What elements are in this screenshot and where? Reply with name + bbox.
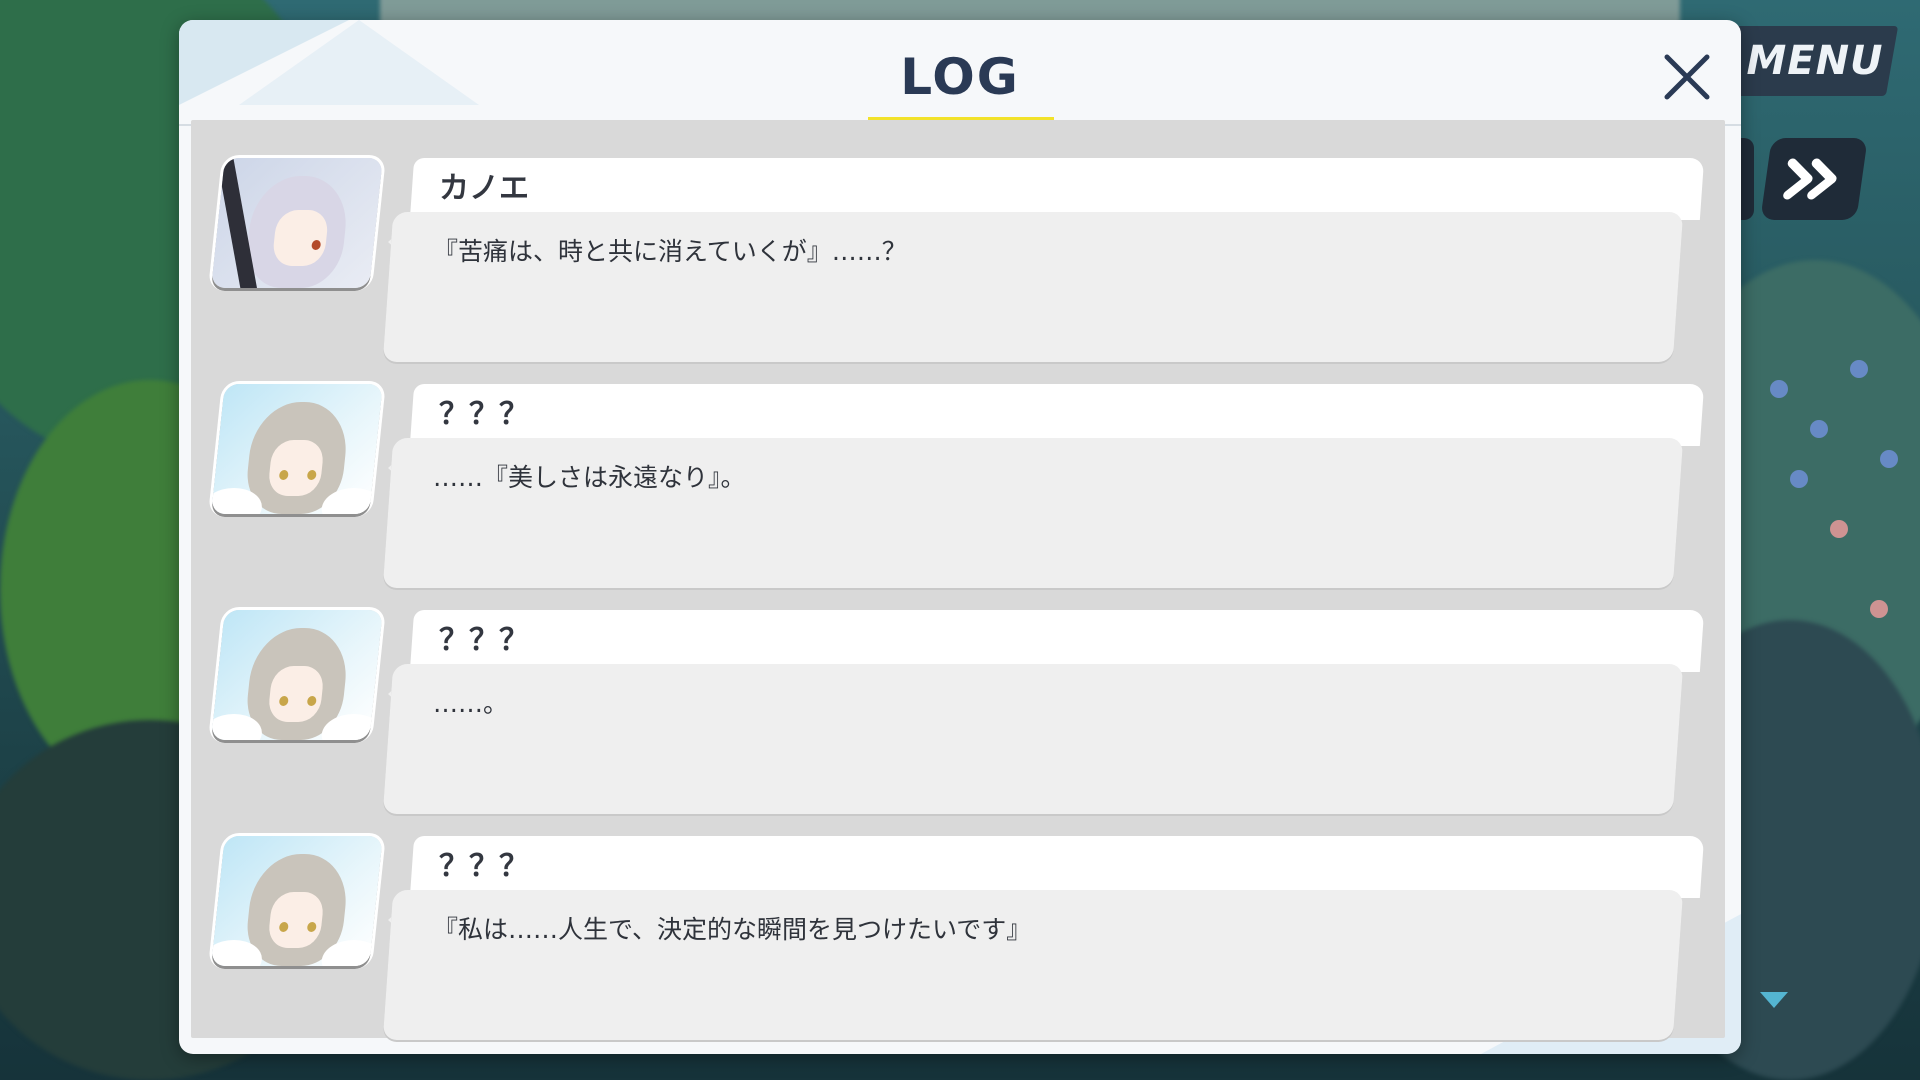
menu-button[interactable]: MENU bbox=[1745, 36, 1885, 86]
speaker-name-bar bbox=[409, 610, 1705, 672]
message-text: 『私は……人生で、決定的な瞬間を見つけたいです』 bbox=[433, 915, 1032, 944]
log-entry: ？？？ ……。 bbox=[191, 600, 1725, 814]
speaker-name-bar bbox=[409, 836, 1705, 898]
message-text: ……。 bbox=[433, 689, 509, 718]
message-text: 『苦痛は、時と共に消えていくが』……？ bbox=[433, 237, 907, 266]
triangle-down-icon[interactable] bbox=[1760, 992, 1788, 1008]
unknown-girl-portrait bbox=[211, 836, 383, 966]
unknown-girl-portrait bbox=[211, 384, 383, 514]
speaker-name: カノエ bbox=[439, 171, 529, 206]
speaker-name: ？？？ bbox=[439, 623, 529, 658]
close-icon bbox=[1664, 54, 1710, 100]
log-list[interactable]: カノエ 『苦痛は、時と共に消えていくが』……？ ？？？ ……『美しさは永遠なり』… bbox=[191, 120, 1725, 1040]
log-panel: LOG カノエ 『苦痛は、時と共に消えていくが』……？ ？？？ ……『美しさは永… bbox=[179, 20, 1741, 1054]
fast-forward-icon bbox=[1783, 158, 1837, 200]
close-button[interactable] bbox=[1651, 32, 1723, 122]
log-entry: ？？？ 『私は……人生で、決定的な瞬間を見つけたいです』 bbox=[191, 826, 1725, 1040]
speaker-name: ？？？ bbox=[439, 849, 529, 884]
log-entry: ？？？ ……『美しさは永遠なり』。 bbox=[191, 374, 1725, 588]
kanoe-portrait bbox=[211, 158, 383, 288]
unknown-girl-portrait bbox=[211, 610, 383, 740]
message-text: ……『美しさは永遠なり』。 bbox=[433, 463, 746, 492]
log-entry: カノエ 『苦痛は、時と共に消えていくが』……？ bbox=[191, 148, 1725, 362]
speaker-name-bar bbox=[409, 158, 1705, 220]
message-bubble bbox=[382, 664, 1684, 814]
speaker-name: ？？？ bbox=[439, 397, 529, 432]
log-title: LOG bbox=[900, 48, 1020, 106]
fast-forward-button[interactable] bbox=[1760, 138, 1868, 220]
speaker-name-bar bbox=[409, 384, 1705, 446]
